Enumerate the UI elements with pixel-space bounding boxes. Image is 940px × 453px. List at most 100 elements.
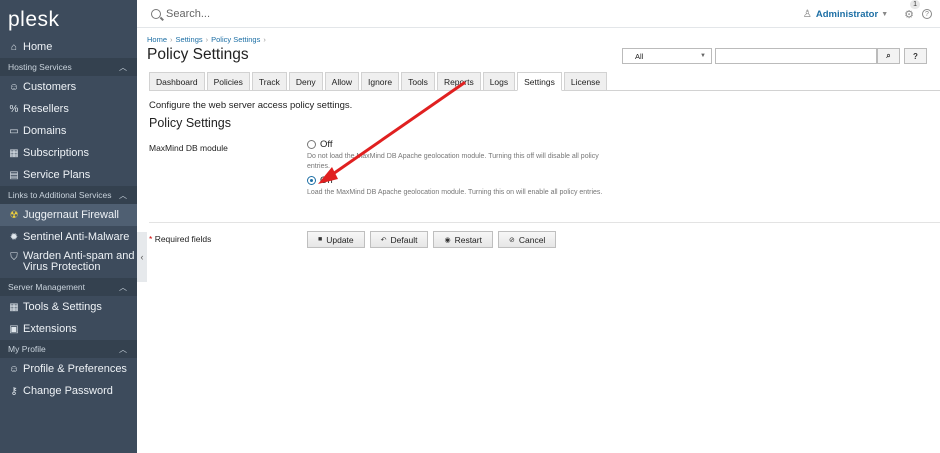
sidebar-item-label: Juggernaut Firewall [23, 209, 119, 221]
tab-reports[interactable]: Reports [436, 72, 481, 91]
sidebar-item-domains[interactable]: ▭ Domains [0, 120, 137, 142]
tab-deny[interactable]: Deny [288, 72, 323, 91]
default-button[interactable]: ↶ Default [369, 231, 429, 248]
required-label: Required fields [154, 234, 212, 244]
search-input[interactable]: Search... [166, 8, 210, 20]
sidebar-item-label: Change Password [23, 385, 113, 397]
breadcrumb-separator: › [170, 35, 173, 44]
sidebar-item-label: Domains [23, 125, 67, 137]
section-label: Links to Additional Services [8, 190, 112, 200]
tab-policies[interactable]: Policies [206, 72, 250, 91]
section-label: Hosting Services [8, 62, 72, 72]
help-icon[interactable]: ? [922, 9, 932, 19]
breadcrumb-policy-settings[interactable]: Policy Settings [211, 35, 260, 44]
tab-tools[interactable]: Tools [401, 72, 435, 91]
sidebar-item-change-password[interactable]: ⚷ Change Password [0, 380, 137, 402]
monitor-icon: ▭ [9, 125, 19, 137]
tab-logs[interactable]: Logs [482, 72, 516, 91]
sidebar-item-warden[interactable]: ⛉ Warden Anti-spam and Virus Protection [0, 248, 137, 278]
filter-search-input[interactable] [715, 48, 877, 64]
filter-help-button[interactable]: ? [904, 48, 927, 64]
section-hosting-services[interactable]: Hosting Services ︿ [0, 58, 137, 76]
search-icon [151, 8, 161, 19]
sidebar-item-label: Profile & Preferences [23, 363, 127, 375]
tab-allow[interactable]: Allow [324, 72, 359, 91]
sidebar-item-resellers[interactable]: % Resellers [0, 98, 137, 120]
page-title: Policy Settings [147, 46, 249, 63]
tab-track[interactable]: Track [251, 72, 287, 91]
chevron-down-icon: ▼ [881, 10, 889, 18]
breadcrumb-settings[interactable]: Settings [176, 35, 203, 44]
tab-ignore[interactable]: Ignore [360, 72, 400, 91]
form-divider [149, 222, 940, 223]
section-server-management[interactable]: Server Management ︿ [0, 278, 137, 296]
sidebar-item-label: Service Plans [23, 169, 91, 181]
chevron-up-icon: ︿ [119, 282, 127, 292]
main-content: Home › Settings › Policy Settings › Poli… [147, 28, 940, 453]
tab-settings[interactable]: Settings [517, 72, 562, 91]
sidebar-item-label: Resellers [23, 103, 69, 115]
user-icon: ☺ [8, 81, 20, 93]
filter-bar: All ▼ ⌕ ? [622, 48, 927, 64]
help-icon: ? [913, 51, 918, 61]
user-icon: ♙ [802, 8, 812, 20]
update-button[interactable]: ■ Update [307, 231, 365, 248]
profile-icon: ☺ [8, 363, 20, 375]
filter-search-button[interactable]: ⌕ [877, 48, 900, 64]
sidebar-item-label: Customers [23, 81, 77, 93]
tab-dashboard[interactable]: Dashboard [149, 72, 205, 91]
radio-on[interactable]: On [307, 175, 333, 186]
sidebar-item-label: Extensions [23, 323, 77, 335]
sidebar: plesk ⌂ Home Hosting Services ︿ ☺ Custom… [0, 0, 137, 453]
search-box[interactable]: Search... [151, 8, 210, 20]
sidebar-item-sentinel[interactable]: ✹ Sentinel Anti-Malware [0, 226, 137, 248]
maxmind-field-label: MaxMind DB module [149, 143, 228, 153]
breadcrumb-home[interactable]: Home [147, 35, 167, 44]
section-title: Policy Settings [149, 116, 231, 130]
filter-select[interactable]: All ▼ [622, 48, 712, 64]
chevron-down-icon: ▼ [700, 53, 706, 59]
undo-icon: ↶ [380, 236, 387, 244]
notification-badge: 1 [910, 0, 920, 9]
required-star: * [149, 234, 153, 244]
search-icon: ⌕ [886, 51, 891, 60]
shield-icon: ⛉ [10, 251, 18, 263]
breadcrumb-separator: › [263, 35, 266, 44]
save-icon: ■ [318, 236, 323, 243]
home-icon: ⌂ [10, 41, 18, 53]
tab-license[interactable]: License [563, 72, 608, 91]
sentinel-icon: ✹ [9, 231, 19, 243]
user-menu[interactable]: ♙ Administrator ▼ [803, 9, 888, 20]
update-label: Update [326, 234, 354, 245]
sidebar-item-home[interactable]: ⌂ Home [0, 36, 137, 58]
sidebar-item-service-plans[interactable]: ▤ Service Plans [0, 164, 137, 186]
sidebar-item-customers[interactable]: ☺ Customers [0, 76, 137, 98]
chevron-up-icon: ︿ [119, 190, 127, 200]
percent-icon: % [9, 103, 19, 115]
plesk-logo[interactable]: plesk [0, 0, 137, 36]
sidebar-item-label: Warden Anti-spam and Virus Protection [23, 251, 134, 273]
breadcrumb: Home › Settings › Policy Settings › [147, 35, 266, 44]
sidebar-item-juggernaut-firewall[interactable]: ☢ Juggernaut Firewall [0, 204, 137, 226]
section-my-profile[interactable]: My Profile ︿ [0, 340, 137, 358]
radio-on-circle[interactable] [307, 176, 316, 185]
sidebar-item-label: Home [23, 41, 53, 53]
grid-icon: ▦ [9, 147, 19, 159]
top-right-controls: ♙ Administrator ▼ ⚙ 1 ? [803, 0, 932, 28]
default-label: Default [390, 234, 418, 245]
topbar: Search... ♙ Administrator ▼ ⚙ 1 ? [137, 0, 940, 28]
page-description: Configure the web server access policy s… [149, 100, 353, 111]
sidebar-item-subscriptions[interactable]: ▦ Subscriptions [0, 142, 137, 164]
cancel-button[interactable]: ⊘ Cancel [497, 231, 557, 248]
sidebar-collapse-handle[interactable]: ‹ [137, 232, 147, 282]
sidebar-item-extensions[interactable]: ▣ Extensions [0, 318, 137, 340]
radio-off-circle[interactable] [307, 140, 316, 149]
section-links-additional[interactable]: Links to Additional Services ︿ [0, 186, 137, 204]
radio-off-hint: Do not load the MaxMind DB Apache geoloc… [307, 153, 599, 170]
sidebar-item-profile[interactable]: ☺ Profile & Preferences [0, 358, 137, 380]
radio-off[interactable]: Off [307, 139, 333, 150]
sidebar-item-tools-settings[interactable]: ▦ Tools & Settings [0, 296, 137, 318]
radio-off-label: Off [320, 139, 333, 150]
restart-button[interactable]: ◉ Restart [433, 231, 493, 248]
notifications-button[interactable]: ⚙ 1 [904, 0, 920, 21]
